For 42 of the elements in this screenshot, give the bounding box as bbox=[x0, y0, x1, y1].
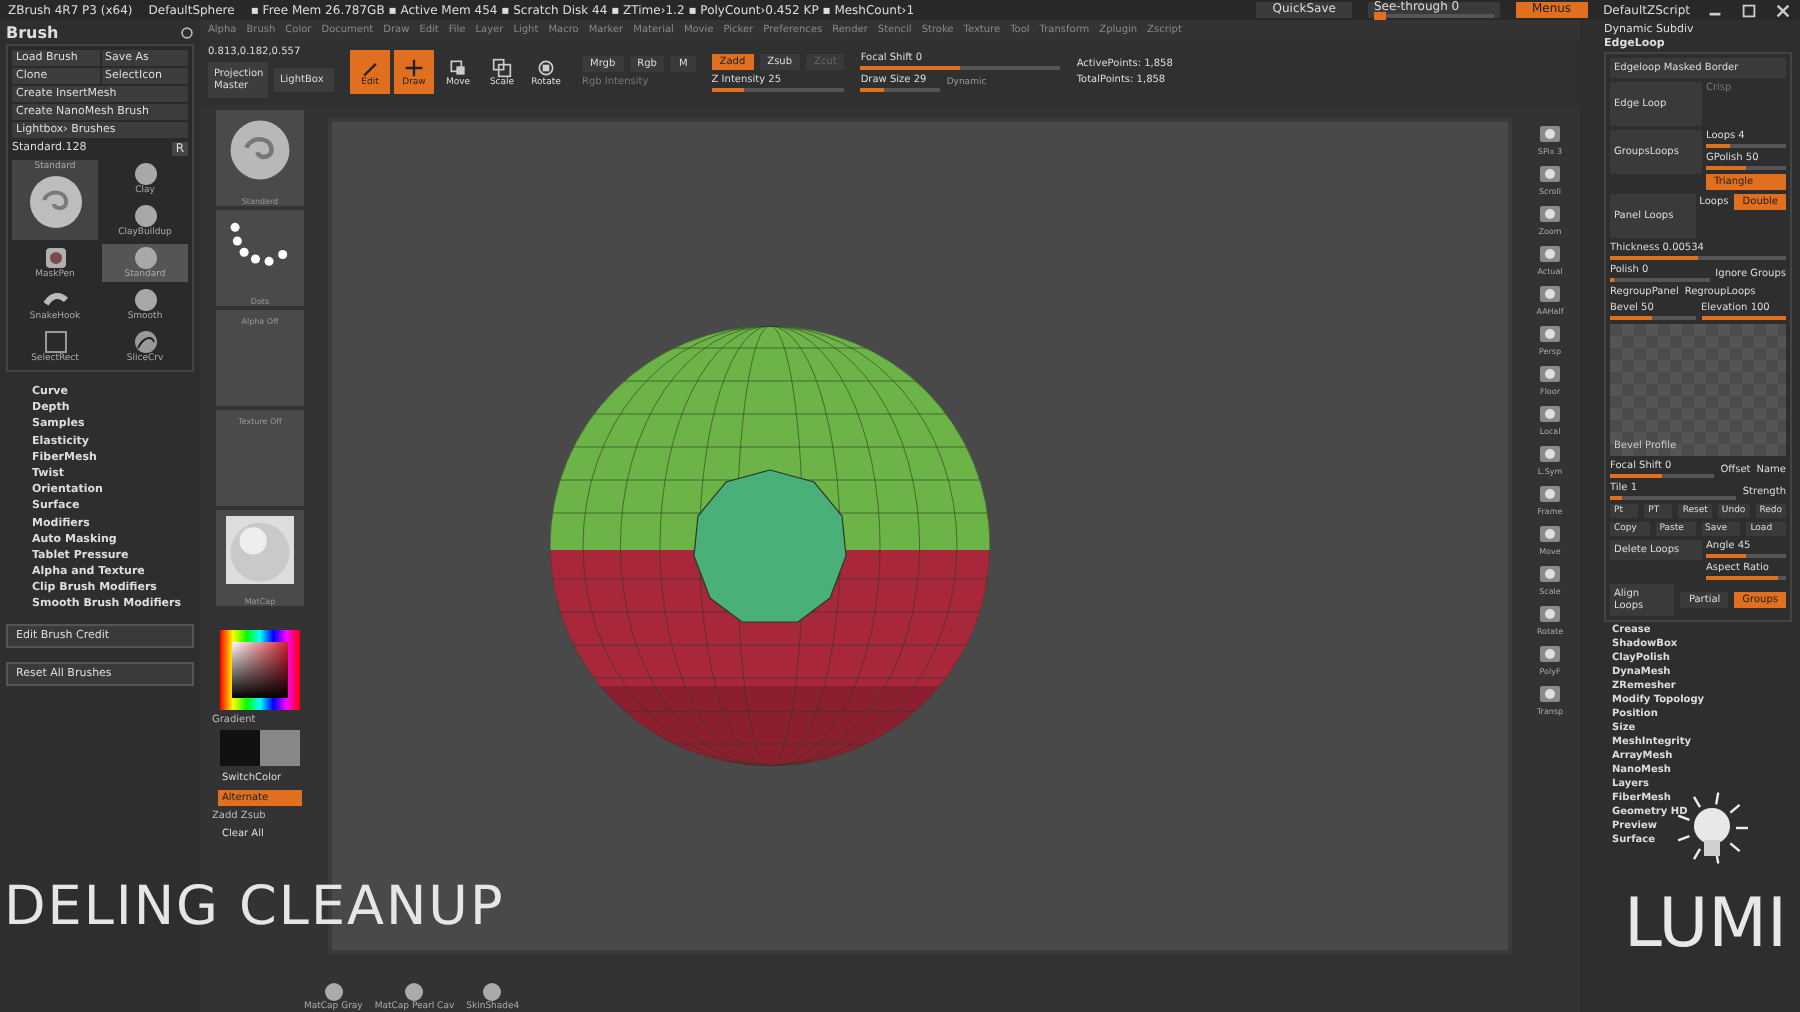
rotate-icon bbox=[536, 57, 556, 78]
material-sphere-icon bbox=[404, 982, 425, 1002]
tool-icon bbox=[1536, 202, 1564, 226]
move-icon bbox=[448, 57, 468, 78]
material-sphere-icon bbox=[226, 516, 294, 584]
brush-palette-title: Brush bbox=[6, 24, 59, 42]
sphere-icon bbox=[133, 246, 157, 270]
sphere-icon bbox=[133, 162, 157, 186]
sphere-icon bbox=[133, 204, 157, 228]
refresh-icon[interactable] bbox=[180, 26, 194, 40]
pencil-icon bbox=[360, 57, 380, 78]
color-picker[interactable] bbox=[220, 630, 300, 710]
brand-logo-text: LUMI bbox=[1624, 884, 1787, 964]
brush-preview-icon bbox=[25, 172, 85, 232]
slice-sphere-icon bbox=[133, 330, 157, 354]
rectangle-icon bbox=[43, 330, 67, 354]
tool-icon bbox=[1536, 522, 1564, 546]
tool-icon bbox=[1536, 362, 1564, 386]
secondary-color-swatch[interactable] bbox=[260, 730, 300, 766]
tool-icon bbox=[1536, 242, 1564, 266]
material-sphere-icon bbox=[482, 982, 503, 1002]
maximize-icon[interactable] bbox=[1740, 1, 1758, 19]
tool-icon bbox=[1536, 562, 1564, 586]
tool-icon bbox=[1536, 162, 1564, 186]
scale-icon bbox=[492, 57, 512, 78]
tool-icon bbox=[1536, 482, 1564, 506]
brush-preview-icon bbox=[226, 116, 294, 184]
tool-icon bbox=[1536, 602, 1564, 626]
tool-icon bbox=[1536, 642, 1564, 666]
close-icon[interactable] bbox=[1774, 1, 1792, 19]
tool-icon bbox=[1536, 442, 1564, 466]
tool-icon bbox=[1536, 402, 1564, 426]
tool-icon bbox=[1536, 282, 1564, 306]
tool-icon bbox=[1536, 682, 1564, 706]
video-title-overlay: DELING CLEANUP bbox=[4, 876, 505, 938]
main-color-swatch[interactable] bbox=[220, 730, 260, 766]
material-sphere-icon bbox=[323, 982, 344, 1002]
tool-icon bbox=[1536, 122, 1564, 146]
pen-mask-icon bbox=[43, 246, 67, 270]
sphere-icon bbox=[133, 288, 157, 312]
crosshair-icon bbox=[404, 57, 424, 78]
tool-icon bbox=[1536, 322, 1564, 346]
